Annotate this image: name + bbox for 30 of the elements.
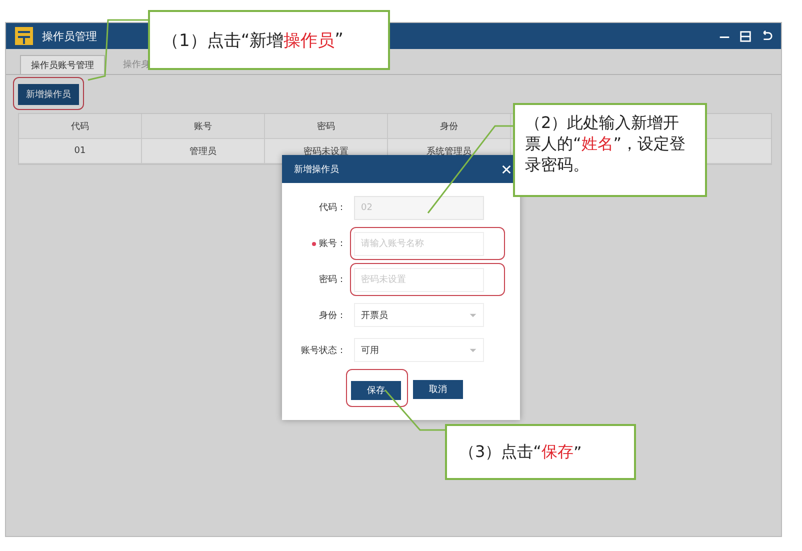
column-header: 账号 (142, 114, 265, 138)
table-cell: 管理员 (142, 139, 265, 163)
column-header: 密码 (265, 114, 388, 138)
field-label: 密码： (319, 274, 346, 286)
back-arrow-icon[interactable] (760, 30, 773, 42)
window-icon[interactable] (739, 30, 752, 42)
table-cell: 01 (19, 139, 142, 163)
field-label: 账号： (319, 238, 346, 250)
window-title: 操作员管理 (42, 28, 97, 44)
input-field[interactable]: 密码未设置 (354, 268, 484, 292)
close-icon[interactable] (501, 164, 512, 174)
dialog-button[interactable]: 保存 (351, 381, 401, 400)
callout-text: （3）点击“保存” (445, 424, 636, 480)
column-header: 代码 (19, 114, 142, 138)
dropdown-field[interactable]: 可用 (354, 338, 484, 362)
field-label: 代码： (319, 202, 346, 214)
dropdown-field[interactable]: 开票员 (354, 303, 484, 327)
dialog-title: 新增操作员 (294, 164, 339, 176)
tab[interactable]: 操作员账号管理 (20, 55, 105, 74)
logo-icon (14, 26, 34, 46)
callout-text: （1）点击“新增操作员” (148, 10, 390, 70)
callout-text: （2）此处输入新增开票人的“姓名”，设定登录密码。 (513, 103, 707, 197)
column-header: 身份 (388, 114, 511, 138)
dialog-button[interactable]: 取消 (413, 380, 463, 399)
field-label: 身份： (319, 310, 346, 322)
input-field[interactable]: 请输入账号名称 (354, 232, 484, 256)
caret-icon (469, 348, 477, 352)
field-label: 账号状态： (301, 344, 346, 356)
add-operator-button[interactable]: 新增操作员 (18, 84, 79, 105)
caret-icon (469, 312, 477, 318)
